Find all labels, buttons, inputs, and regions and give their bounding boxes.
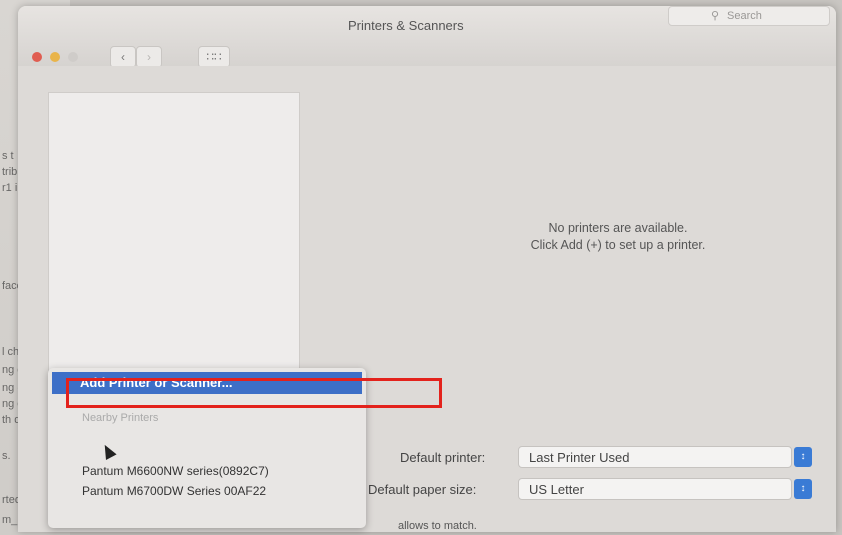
default-printer-value: Last Printer Used — [529, 450, 630, 465]
menu-section-nearby-printers: Nearby Printers — [82, 412, 159, 424]
menu-item-highlight — [66, 378, 442, 408]
stepper-arrows-icon[interactable]: ↕ — [794, 447, 812, 467]
menu-item-printer[interactable]: Pantum M6600NW series(0892C7) — [82, 464, 269, 478]
search-placeholder: Search — [727, 10, 762, 22]
stepper-arrows-icon[interactable]: ↕ — [794, 479, 812, 499]
bg-text-fragment: trib — [2, 166, 18, 178]
menu-item-printer[interactable]: Pantum M6700DW Series 00AF22 — [82, 484, 266, 498]
default-printer-select[interactable]: Last Printer Used — [518, 446, 792, 468]
bg-text-fragment: s t — [2, 150, 14, 162]
no-printers-line2: Click Add (+) to set up a printer. — [530, 238, 706, 252]
forward-button[interactable]: › — [136, 46, 162, 68]
chevron-left-icon: ‹ — [121, 50, 125, 64]
footer-text: allows to match. — [398, 520, 477, 532]
paper-size-select[interactable]: US Letter — [518, 478, 792, 500]
search-icon: ⚲ — [711, 10, 720, 22]
grid-icon: ∷∷ — [206, 50, 222, 64]
back-button[interactable]: ‹ — [110, 46, 136, 68]
paper-size-value: US Letter — [529, 482, 584, 497]
window-title: Printers & Scanners — [348, 18, 464, 33]
search-field[interactable]: ⚲ Search — [668, 6, 830, 26]
minimize-window-button[interactable] — [50, 52, 60, 62]
paper-size-label: Default paper size: — [368, 482, 477, 497]
bg-text-fragment: r1 i — [2, 182, 18, 194]
printer-list[interactable] — [48, 92, 300, 414]
show-all-button[interactable]: ∷∷ — [198, 46, 230, 68]
zoom-window-button[interactable] — [68, 52, 78, 62]
bg-text-fragment: s. — [2, 450, 11, 462]
no-printers-line1: No printers are available. — [548, 221, 688, 235]
chevron-right-icon: › — [147, 50, 151, 64]
default-printer-label: Default printer: — [400, 450, 486, 465]
title-bar: ‹ › ∷∷ Printers & Scanners ⚲ Search — [18, 6, 836, 68]
close-window-button[interactable] — [32, 52, 42, 62]
no-printers-message: No printers are available. Click Add (+)… — [458, 220, 778, 254]
